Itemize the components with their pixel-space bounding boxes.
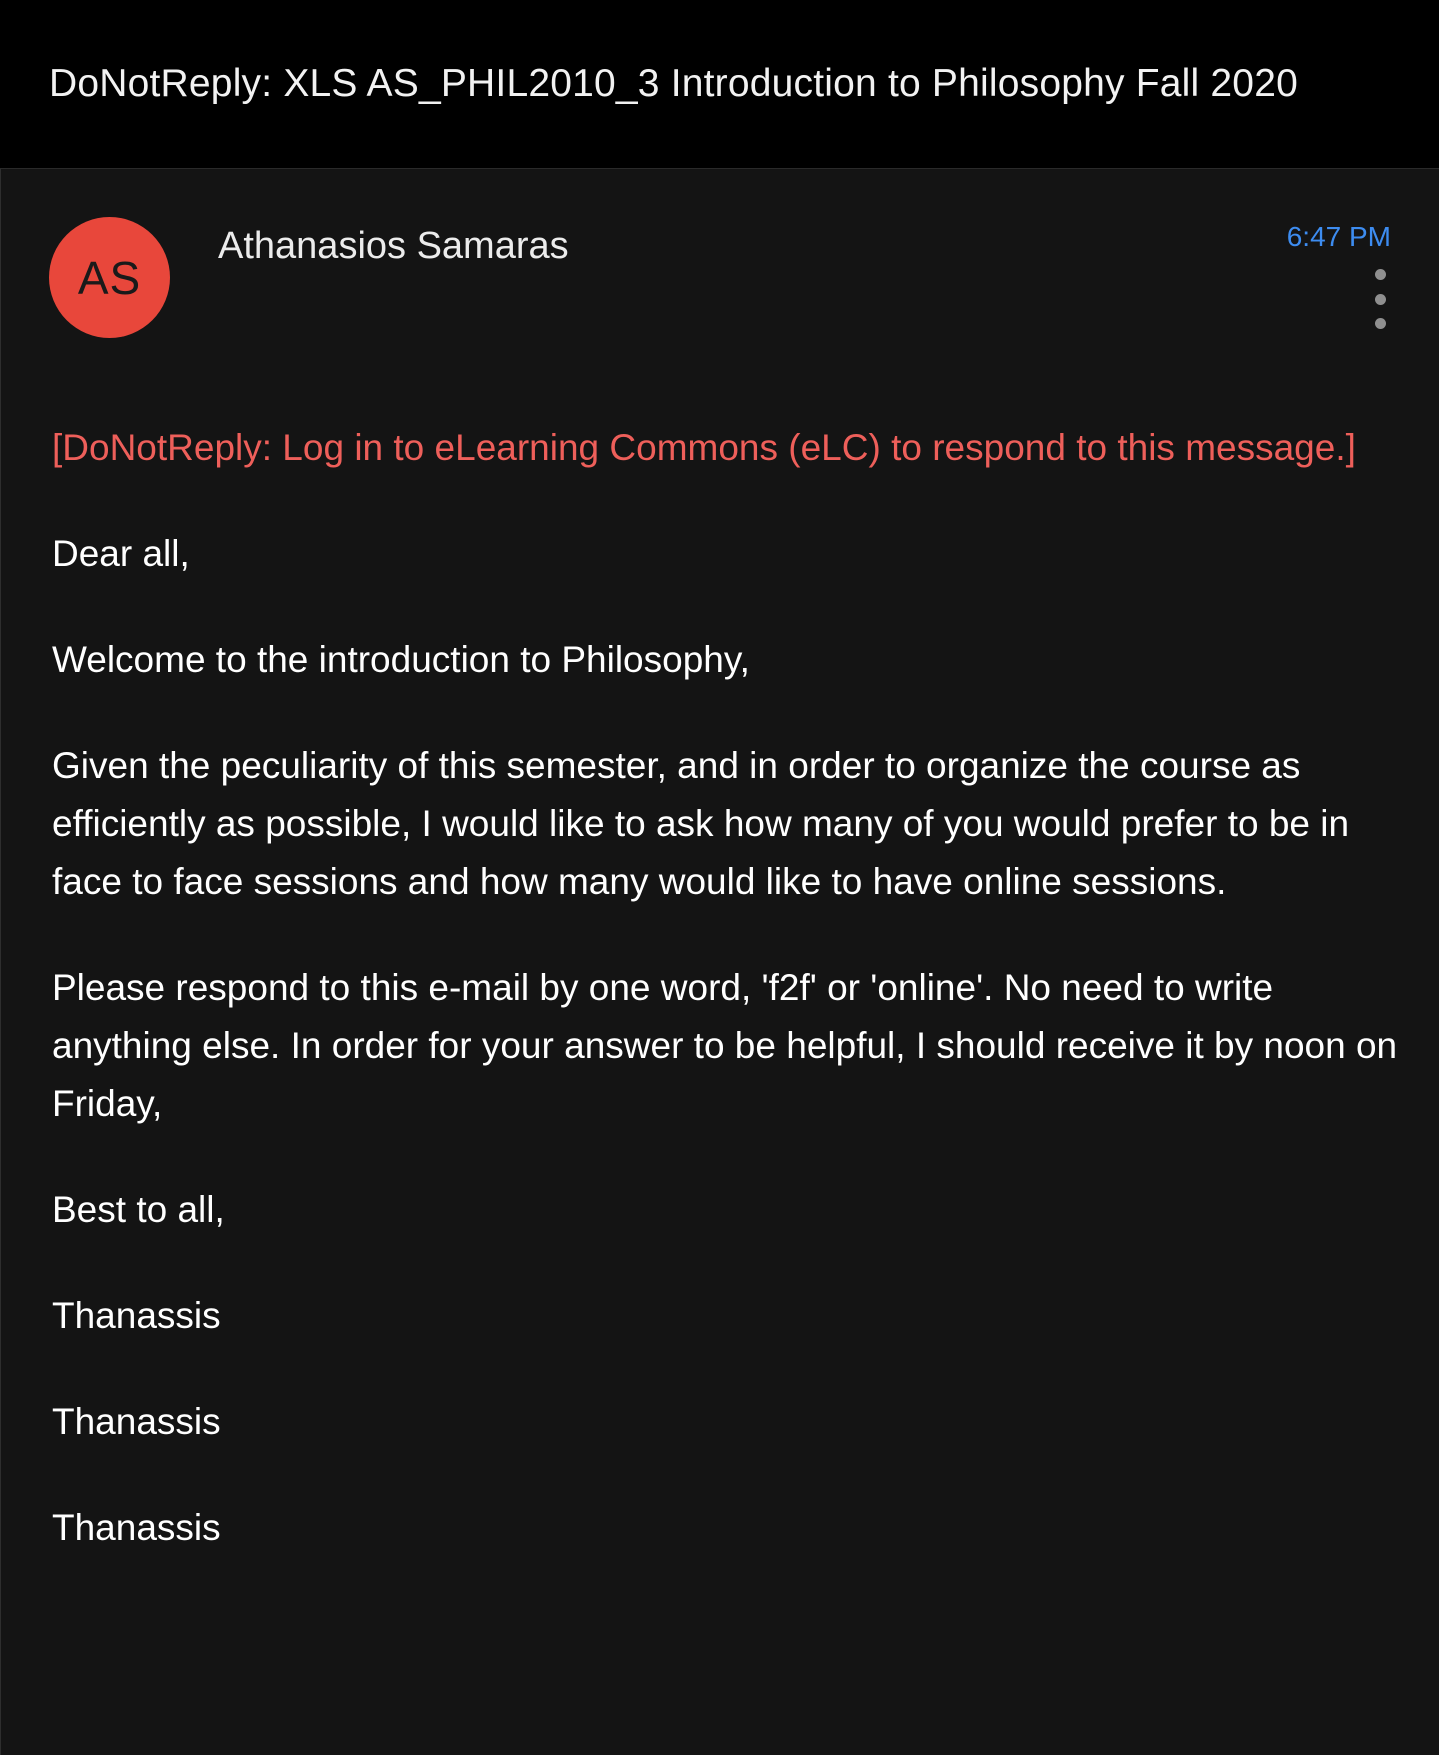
body-paragraph: Best to all, <box>52 1189 225 1230</box>
signature-line: Thanassis <box>52 1295 221 1336</box>
email-body: [DoNotReply: Log in to eLearning Commons… <box>52 419 1402 1605</box>
sender-name[interactable]: Athanasios Samaras <box>218 221 569 271</box>
body-paragraph: Please respond to this e-mail by one wor… <box>52 967 1398 1124</box>
email-view: AS Athanasios Samaras 6:47 PM [DoNotRepl… <box>0 169 1439 1755</box>
sender-avatar[interactable]: AS <box>49 217 170 338</box>
vertical-ellipsis-icon <box>1374 269 1386 280</box>
message-time: 6:47 PM <box>1286 221 1391 252</box>
vertical-ellipsis-icon-dot <box>1374 318 1386 329</box>
avatar-initials: AS <box>77 251 142 304</box>
vertical-ellipsis-icon-dot <box>1374 293 1386 305</box>
body-paragraph: Given the peculiarity of this semester, … <box>52 745 1350 902</box>
more-options-button[interactable] <box>1363 269 1397 329</box>
email-header: DoNotReply: XLS AS_PHIL2010_3 Introducti… <box>0 0 1439 169</box>
signature-line: Thanassis <box>52 1507 221 1548</box>
donotreply-notice: [DoNotReply: Log in to eLearning Commons… <box>52 427 1356 468</box>
email-subject: DoNotReply: XLS AS_PHIL2010_3 Introducti… <box>49 62 1298 105</box>
body-paragraph: Welcome to the introduction to Philosoph… <box>52 639 750 680</box>
signature-line: Thanassis <box>52 1401 221 1442</box>
body-paragraph: Dear all, <box>52 533 190 574</box>
